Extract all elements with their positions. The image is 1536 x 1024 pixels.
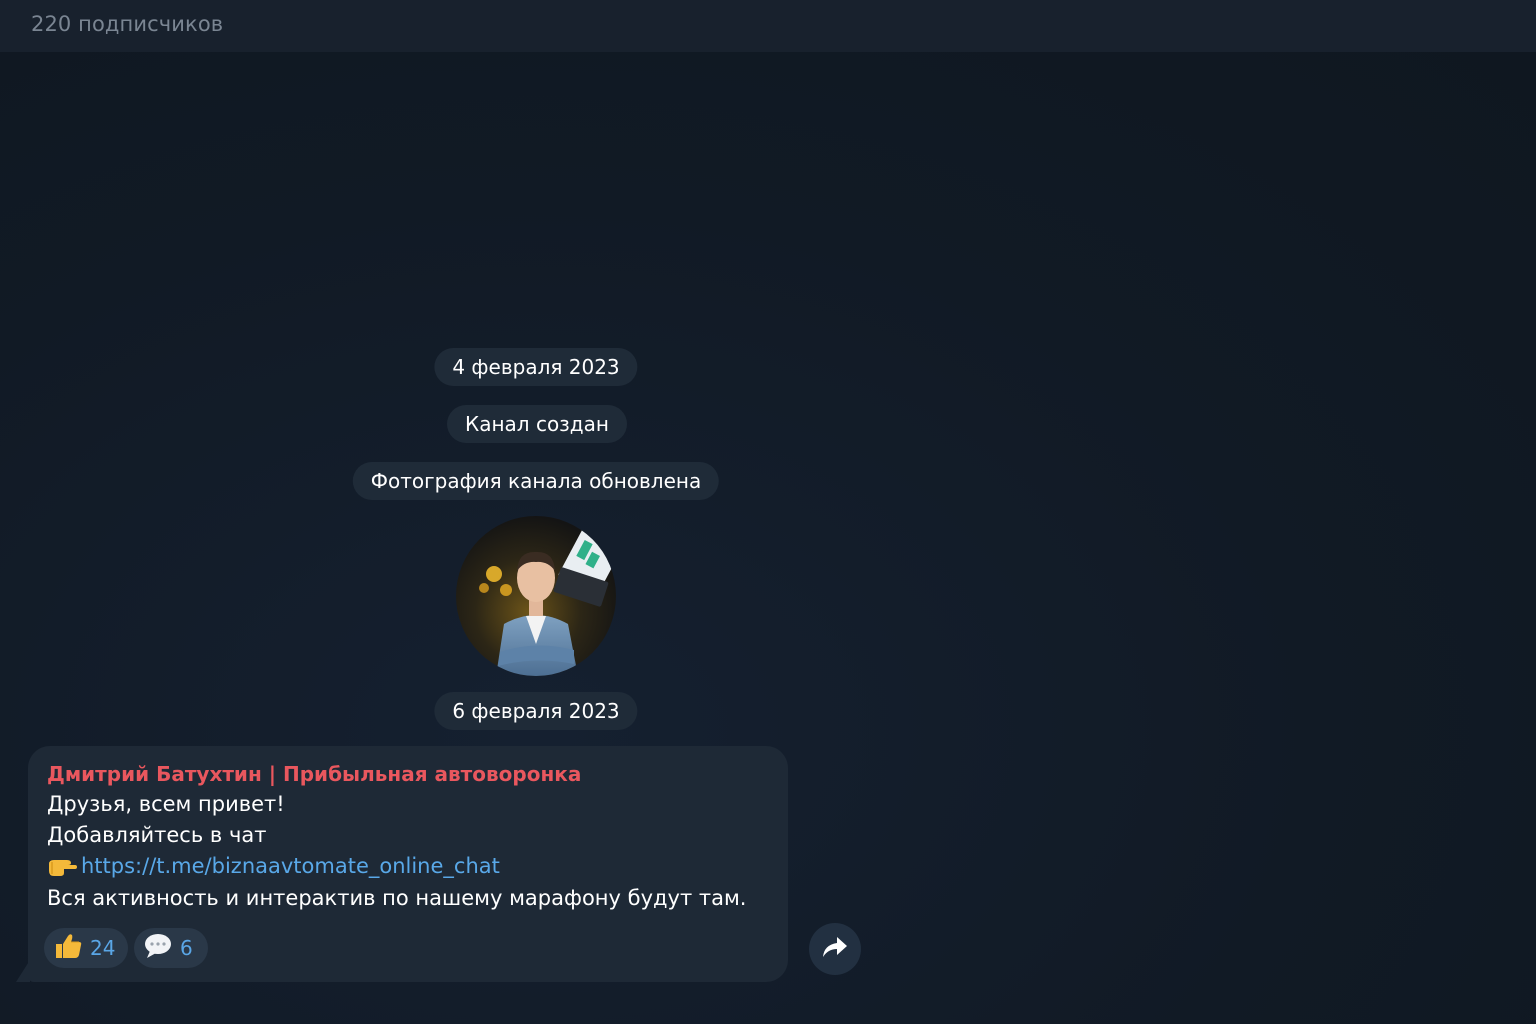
channel-photo-image	[456, 516, 616, 676]
service-message-channel-created: Канал создан	[447, 405, 627, 443]
message-line-link: https://t.me/biznaavtomate_online_chat	[47, 854, 500, 882]
chat-link[interactable]: https://t.me/biznaavtomate_online_chat	[81, 854, 500, 878]
share-arrow-icon	[822, 936, 848, 962]
share-button[interactable]	[809, 923, 861, 975]
speech-balloon-icon	[144, 933, 172, 963]
date-separator-1: 4 февраля 2023	[434, 348, 638, 386]
thumbs-up-icon	[54, 933, 82, 963]
message-line-join: Добавляйтесь в чат	[47, 823, 267, 847]
reaction-thumbs-up[interactable]: 24	[44, 928, 128, 968]
channel-header: 220 подписчиков	[0, 0, 1536, 52]
channel-photo[interactable]	[456, 516, 616, 676]
message-line-activity: Вся активность и интерактив по нашему ма…	[47, 886, 747, 910]
message-line-greeting: Друзья, всем привет!	[47, 792, 285, 816]
channel-post[interactable]: Дмитрий Батухтин | Прибыльная автоворонк…	[28, 746, 788, 982]
reaction-count-comments: 6	[180, 936, 193, 960]
pointing-hand-icon	[47, 855, 81, 882]
subscriber-count: 220 подписчиков	[31, 12, 224, 36]
date-separator-2: 6 февраля 2023	[434, 692, 638, 730]
reaction-count-likes: 24	[90, 936, 116, 960]
reaction-comments[interactable]: 6	[134, 928, 208, 968]
sender-name[interactable]: Дмитрий Батухтин | Прибыльная автоворонк…	[47, 762, 581, 786]
service-message-photo-updated: Фотография канала обновлена	[352, 462, 720, 500]
